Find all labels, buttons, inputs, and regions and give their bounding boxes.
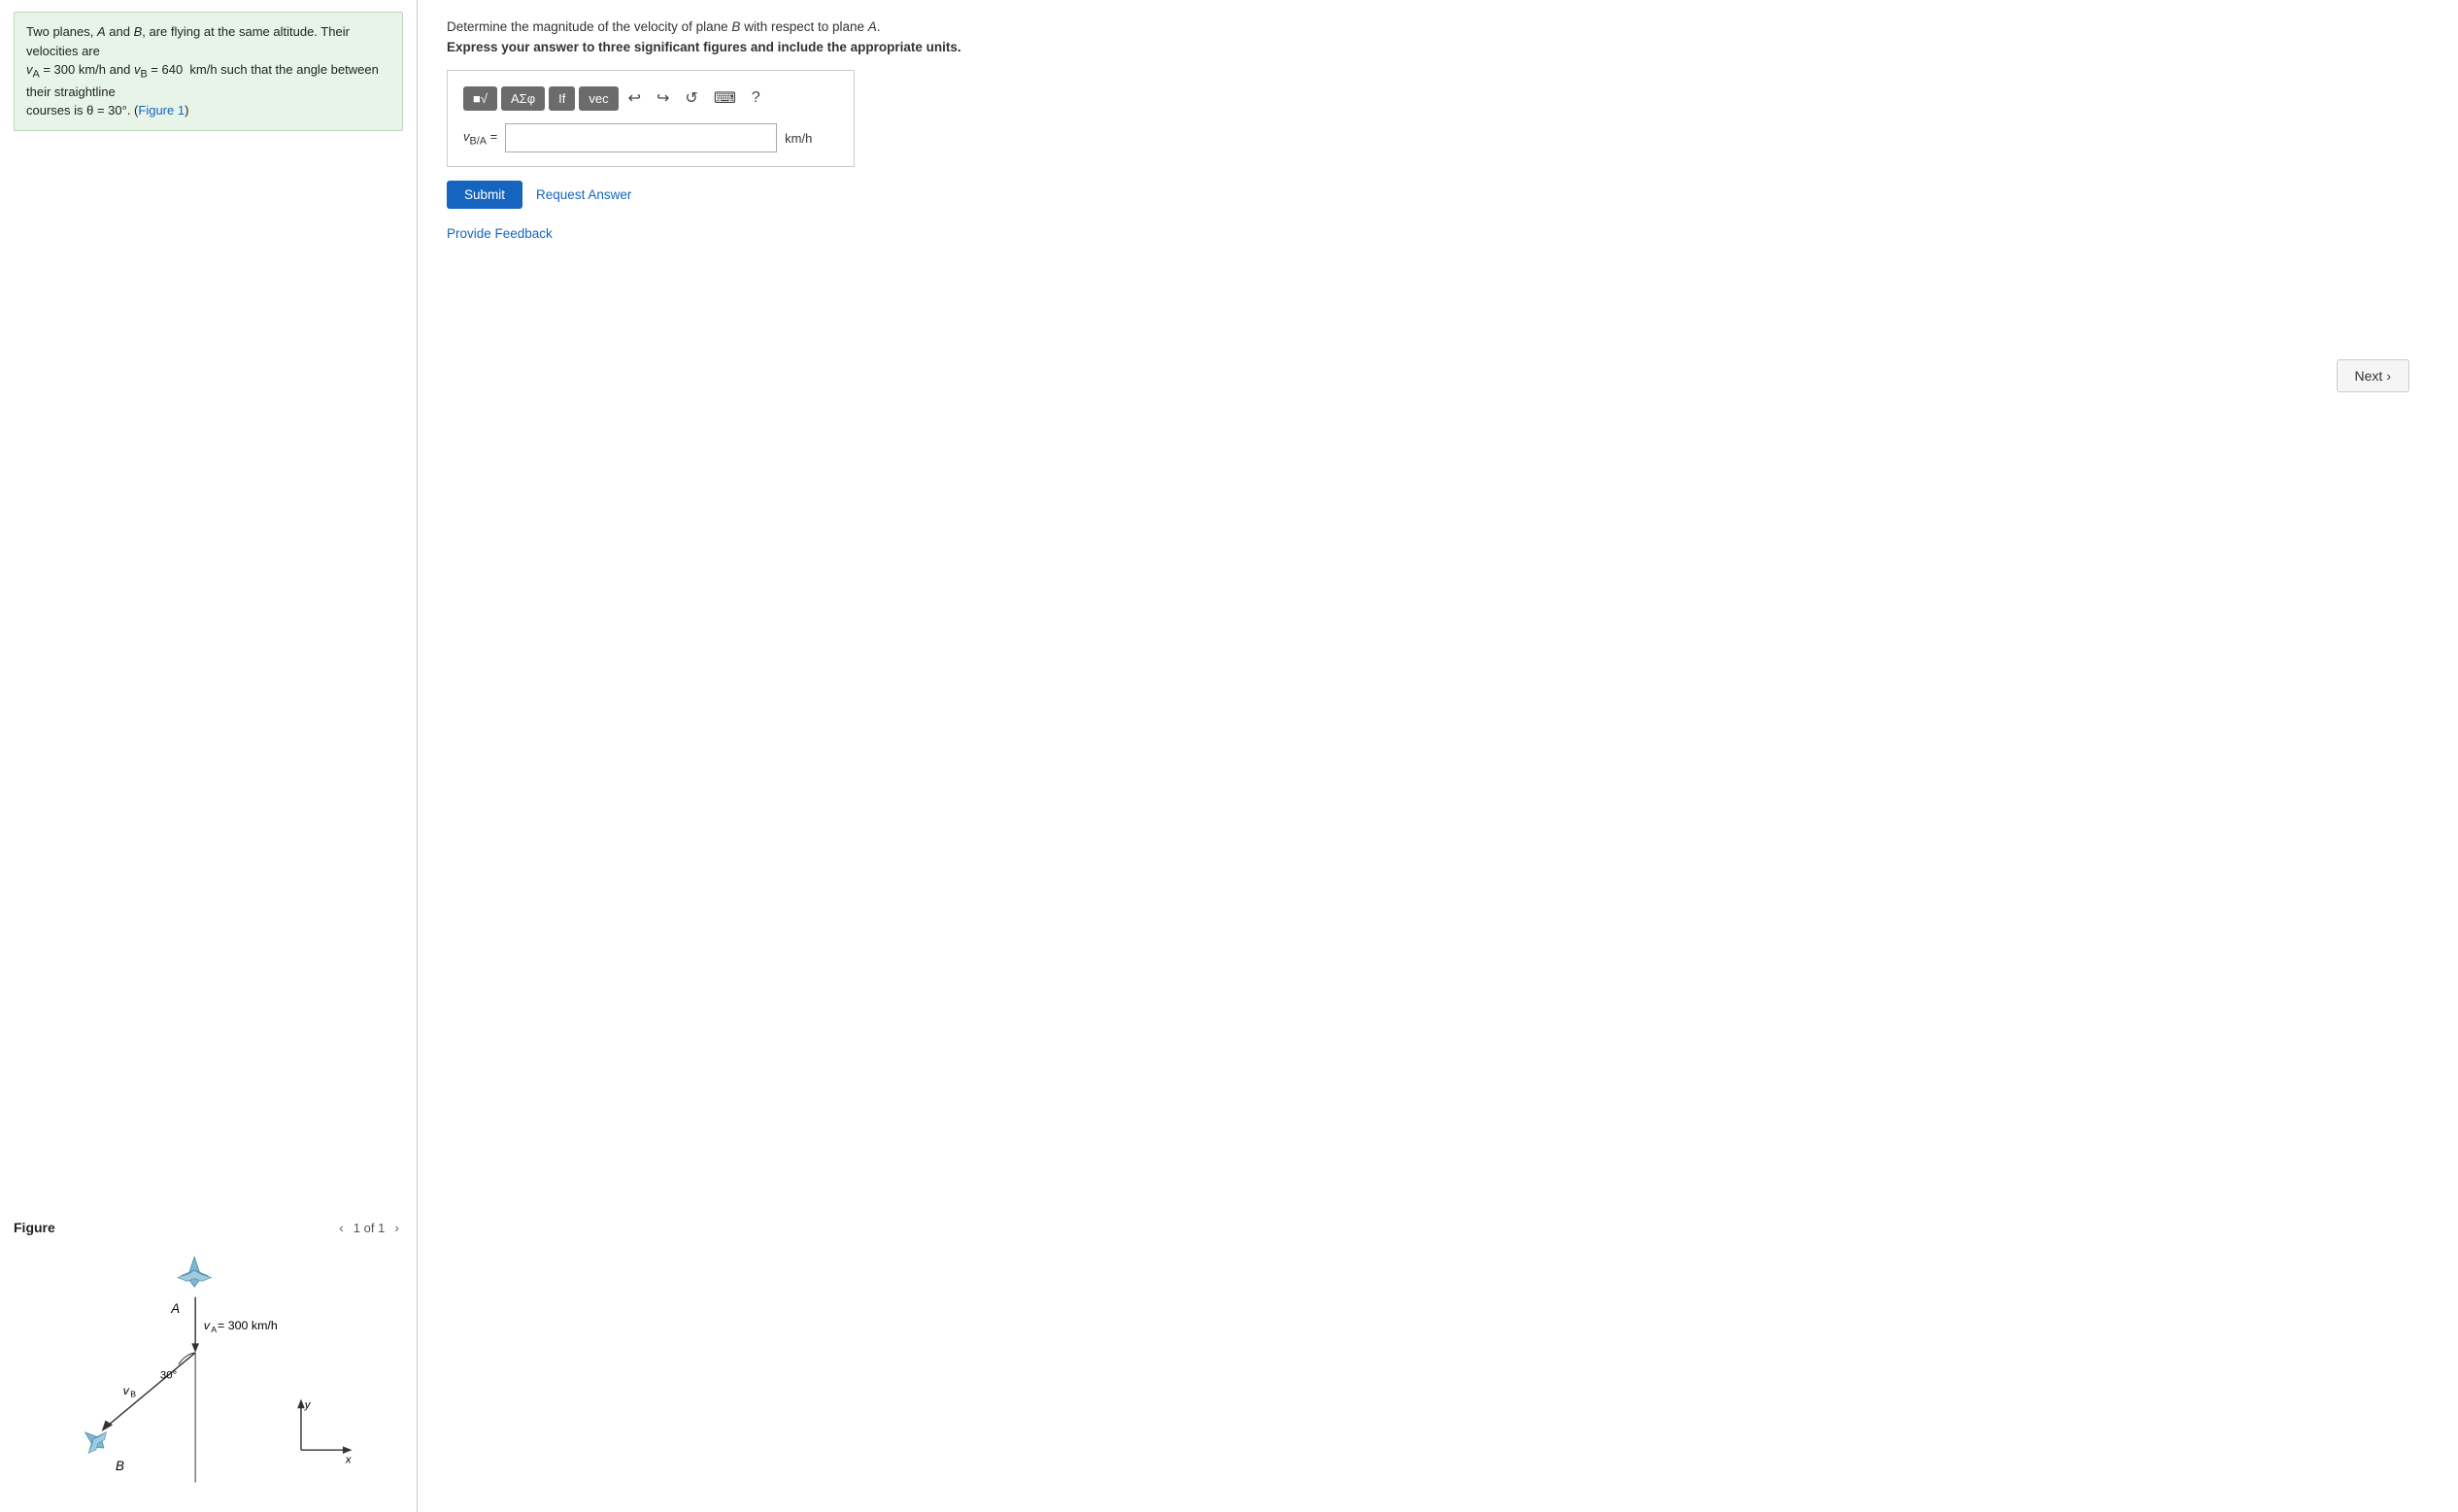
- submit-button[interactable]: Submit: [447, 181, 522, 209]
- toolbar-redo-button[interactable]: ↪: [651, 84, 675, 112]
- answer-unit: km/h: [785, 131, 812, 146]
- vB-line: [106, 1353, 195, 1427]
- y-axis-arrow: [297, 1399, 305, 1409]
- figure-link[interactable]: Figure 1: [138, 103, 185, 118]
- right-panel: Determine the magnitude of the velocity …: [418, 0, 2458, 1512]
- next-chevron: ›: [2386, 368, 2391, 384]
- toolbar-symbols-button[interactable]: ΑΣφ: [501, 86, 545, 111]
- figure-pagination: 1 of 1: [354, 1221, 386, 1235]
- toolbar-if-button[interactable]: If: [549, 86, 575, 111]
- y-axis-label: y: [304, 1399, 312, 1411]
- figure-navigation: ‹ 1 of 1 ›: [335, 1218, 403, 1237]
- toolbar: ■√ ΑΣφ If vec ↩ ↪ ↺ ⌨ ?: [463, 84, 838, 112]
- emphasis-text: Express your answer to three significant…: [447, 40, 2429, 54]
- vA-subscript: A: [211, 1325, 217, 1334]
- angle-label: 30°: [160, 1370, 177, 1382]
- toolbar-vec-button[interactable]: vec: [579, 86, 618, 111]
- next-button[interactable]: Next ›: [2337, 359, 2409, 392]
- x-axis-arrow: [343, 1446, 353, 1454]
- vB-label: v: [123, 1384, 130, 1397]
- figure-next-button[interactable]: ›: [390, 1218, 403, 1237]
- answer-input[interactable]: [505, 123, 777, 152]
- figure-prev-button[interactable]: ‹: [335, 1218, 348, 1237]
- instruction-text: Determine the magnitude of the velocity …: [447, 19, 2429, 34]
- vA-label: v: [204, 1319, 211, 1332]
- problem-text-content: Two planes, A and B, are flying at the s…: [26, 24, 379, 118]
- figure-section: Figure ‹ 1 of 1 ›: [14, 1198, 403, 1500]
- toolbar-undo-button[interactable]: ↩: [623, 84, 647, 112]
- vA-value: = 300 km/h: [218, 1319, 278, 1332]
- figure-header: Figure ‹ 1 of 1 ›: [14, 1218, 403, 1237]
- toolbar-help-button[interactable]: ?: [746, 85, 766, 111]
- vB-subscript: B: [130, 1390, 136, 1399]
- figure-title: Figure: [14, 1220, 55, 1235]
- toolbar-reset-button[interactable]: ↺: [679, 84, 703, 112]
- vA-arrow-head: [191, 1343, 199, 1353]
- label-B: B: [116, 1459, 124, 1473]
- next-label: Next: [2355, 368, 2383, 384]
- problem-statement: Two planes, A and B, are flying at the s…: [14, 12, 403, 131]
- answer-box: ■√ ΑΣφ If vec ↩ ↪ ↺ ⌨ ? vB/A = km/h: [447, 70, 855, 167]
- toolbar-keyboard-button[interactable]: ⌨: [708, 84, 742, 112]
- answer-variable-label: vB/A =: [463, 129, 497, 148]
- page-layout: Two planes, A and B, are flying at the s…: [0, 0, 2458, 1512]
- answer-row: vB/A = km/h: [463, 123, 838, 152]
- toolbar-sqrt-button[interactable]: ■√: [463, 86, 497, 111]
- plane-A-icon: [178, 1258, 211, 1288]
- x-axis-label: x: [345, 1455, 353, 1466]
- label-A: A: [170, 1301, 180, 1316]
- request-answer-link[interactable]: Request Answer: [536, 187, 631, 202]
- figure-diagram: A v A = 300 km/h v B: [14, 1245, 403, 1497]
- provide-feedback-link[interactable]: Provide Feedback: [447, 226, 2429, 241]
- action-row: Submit Request Answer: [447, 181, 2429, 209]
- left-panel: Two planes, A and B, are flying at the s…: [0, 0, 418, 1512]
